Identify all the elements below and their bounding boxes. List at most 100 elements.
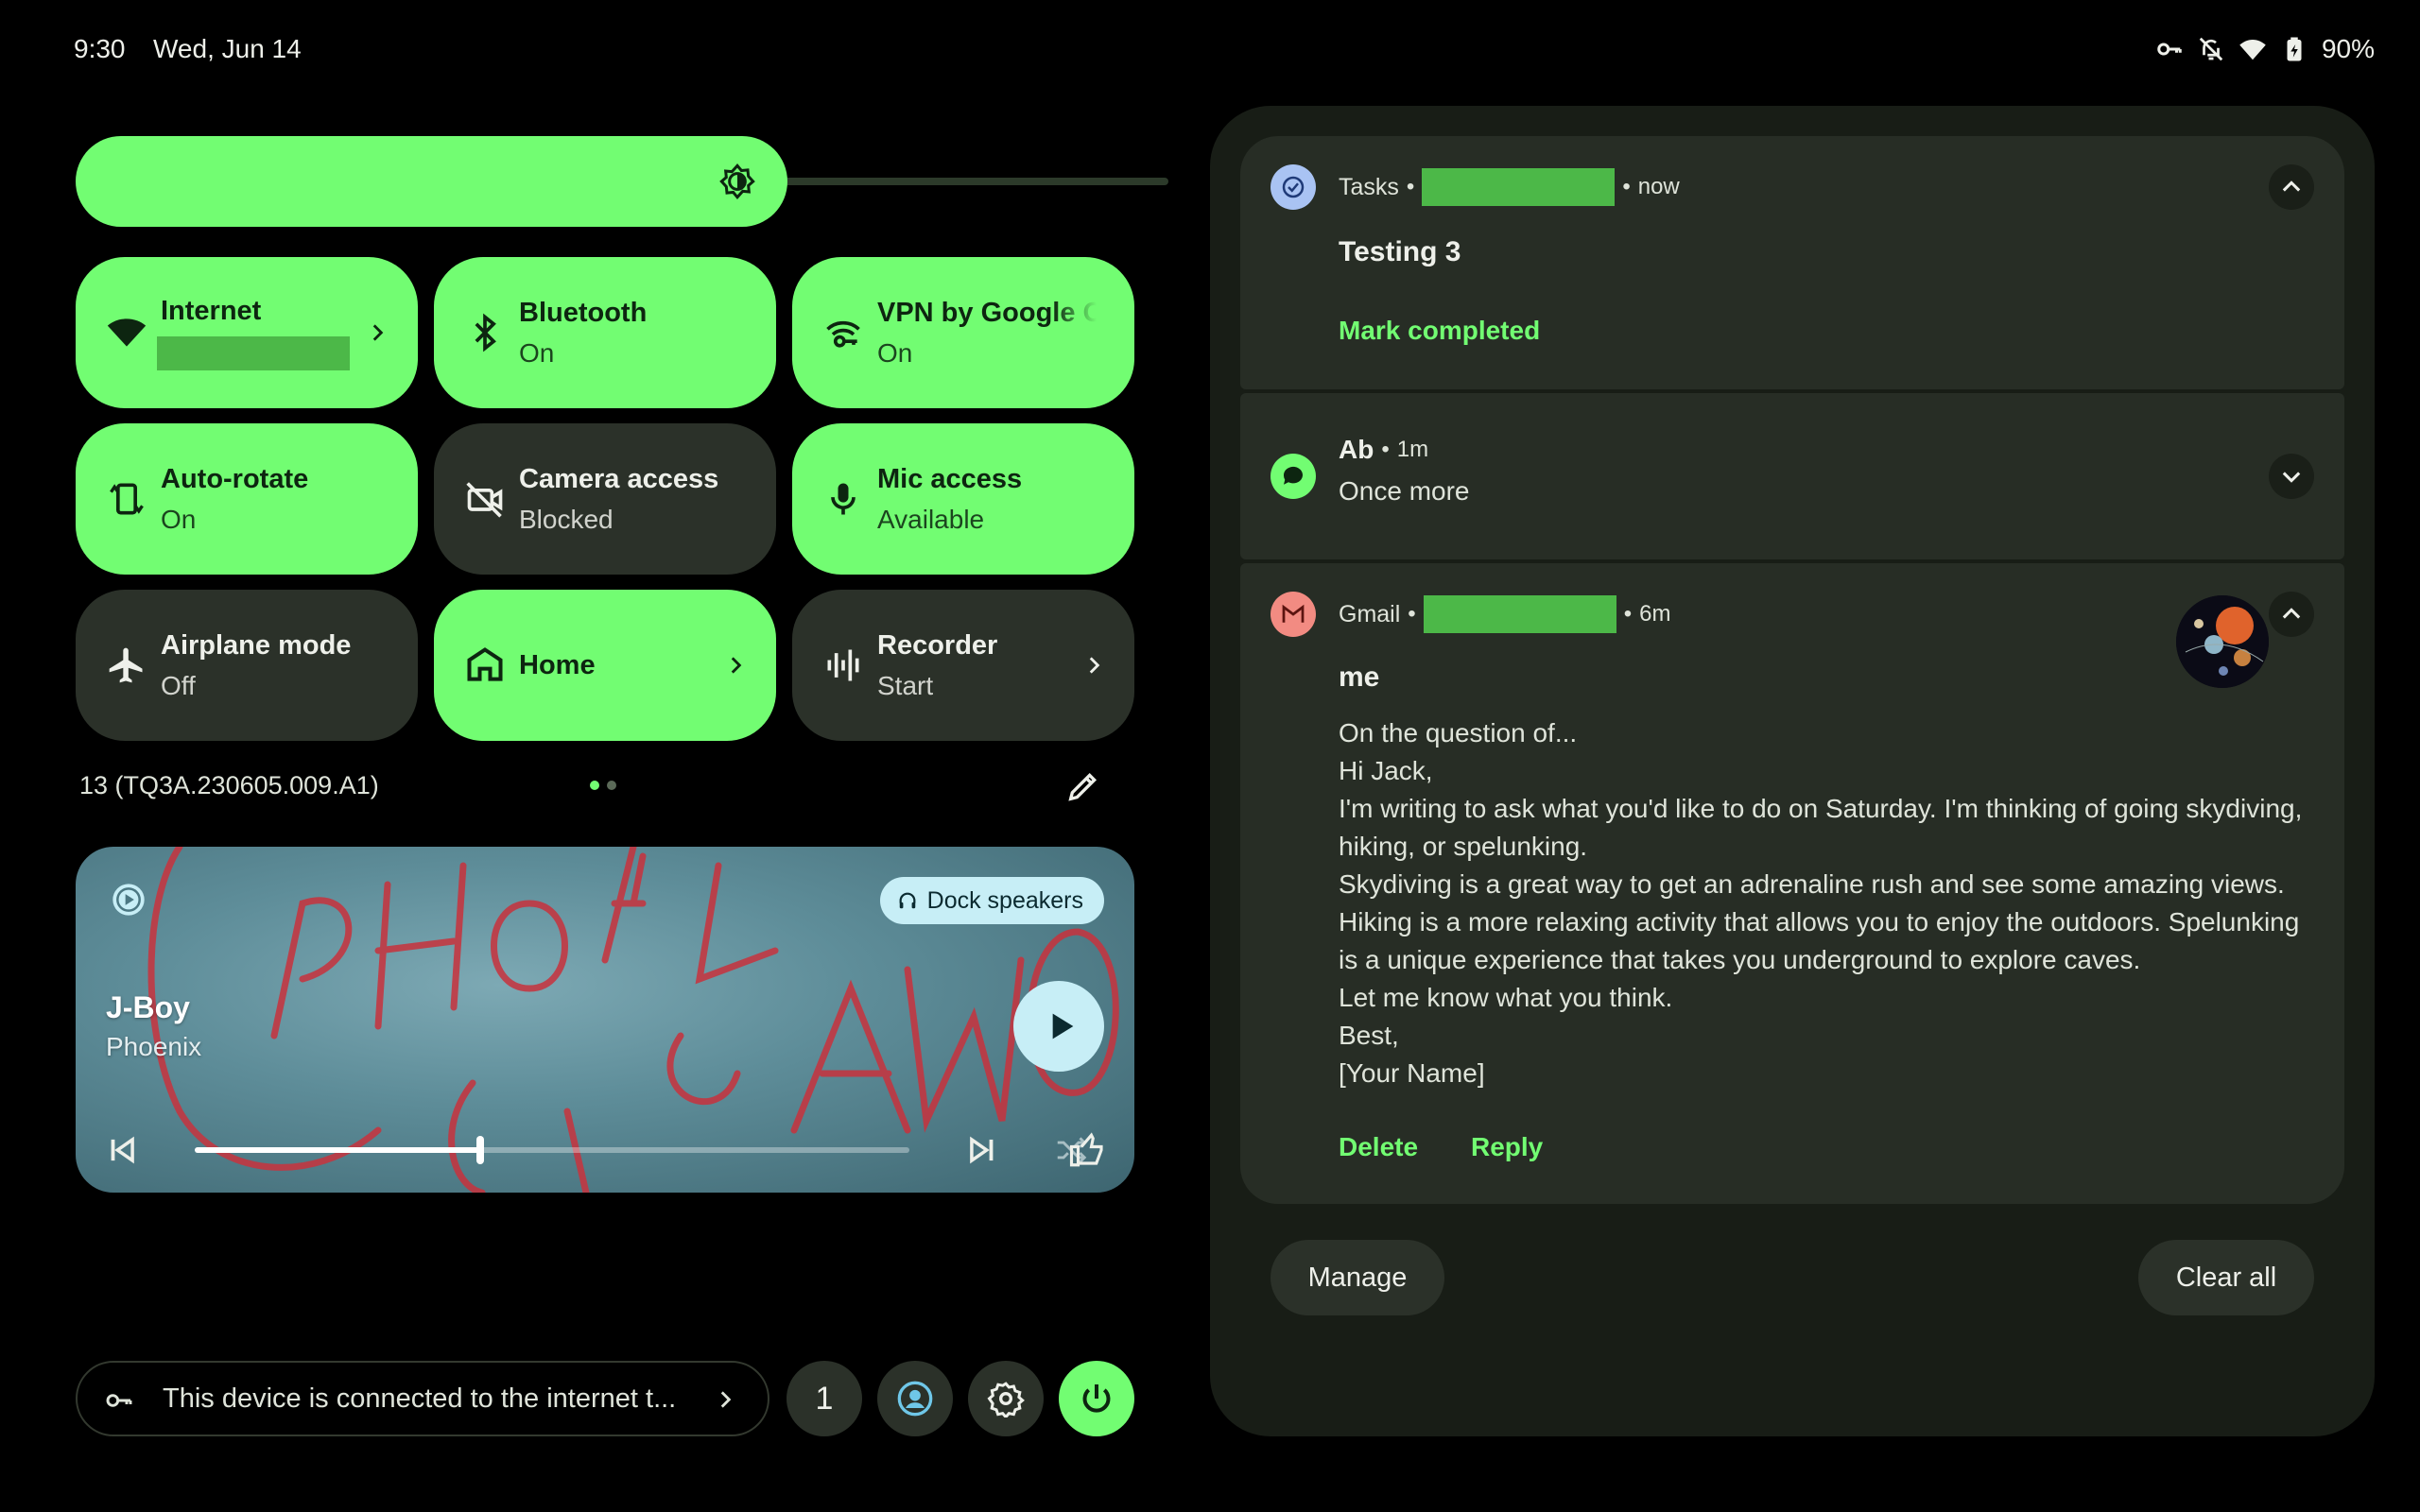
gear-icon: [987, 1382, 1025, 1418]
quick-settings-grid: Internet Bluetooth On VPN by Google One …: [76, 257, 1134, 741]
tile-subtitle: On: [877, 337, 913, 368]
notification-time: 1m: [1396, 437, 1429, 462]
collapse-button[interactable]: [2269, 592, 2314, 637]
tile-auto-rotate[interactable]: Auto-rotate On: [76, 423, 418, 575]
tile-airplane-mode[interactable]: Airplane mode Off: [76, 590, 418, 741]
tile-home[interactable]: Home: [434, 590, 776, 741]
chevron-right-icon: [372, 324, 384, 341]
tile-recorder[interactable]: Recorder Start: [792, 590, 1134, 741]
thumbs-up-icon[interactable]: [1068, 1130, 1108, 1170]
play-icon: [1052, 1013, 1074, 1040]
chat-bubble-icon: [1283, 466, 1303, 485]
sender-avatar: [2176, 595, 2269, 688]
notification-messages[interactable]: Ab • 1m Once more: [1240, 393, 2344, 559]
redacted-account: [1422, 168, 1616, 206]
mic-icon: [831, 483, 856, 515]
clock: 9:30: [74, 34, 126, 63]
rotate-icon: [110, 483, 144, 515]
clear-all-button[interactable]: Clear all: [2138, 1240, 2314, 1315]
tile-vpn[interactable]: VPN by Google One On: [792, 257, 1134, 408]
previous-track-icon[interactable]: [104, 1132, 140, 1168]
email-line: I'm writing to ask what you'd like to do…: [1339, 794, 2303, 861]
power-button[interactable]: [1059, 1361, 1134, 1436]
chevron-right-icon: [731, 657, 742, 674]
notification-app-name: Tasks: [1339, 173, 1399, 200]
edit-pencil-icon[interactable]: [1064, 767, 1102, 805]
next-track-icon[interactable]: [964, 1132, 1000, 1168]
tile-mic-access[interactable]: Mic access Available: [792, 423, 1134, 575]
vpn-key-icon: [2157, 43, 2182, 56]
reply-button[interactable]: Reply: [1471, 1132, 1543, 1162]
tile-title: VPN by Google One: [877, 297, 1097, 328]
user-switcher-button[interactable]: [877, 1361, 953, 1436]
bluetooth-icon: [475, 313, 496, 352]
tile-title: Airplane mode: [161, 629, 352, 661]
notification-header: Gmail • • 6m: [1339, 595, 1670, 633]
delete-button[interactable]: Delete: [1339, 1132, 1418, 1162]
notification-header: Ab • 1m: [1339, 435, 1429, 464]
messages-app-icon: [1270, 454, 1316, 499]
check-circle-icon: [1282, 176, 1305, 198]
email-subject-line: On the question of...: [1339, 718, 1578, 747]
notification-time: 6m: [1639, 601, 1671, 627]
tile-title: Mic access: [877, 463, 1023, 494]
recorder-icon: [827, 649, 859, 681]
notification-app-name: Gmail: [1339, 600, 1401, 627]
user-count-button[interactable]: 1: [786, 1361, 862, 1436]
notification-shade: Tasks • • now Testing 3 Mark completed A…: [1210, 106, 2375, 1436]
tile-subtitle: On: [161, 504, 197, 534]
page-indicator: [590, 781, 616, 790]
redacted-network-name: [157, 335, 350, 370]
settings-button[interactable]: [968, 1361, 1044, 1436]
battery-charging-icon: [2287, 37, 2302, 61]
home-icon: [467, 647, 503, 681]
notification-gmail[interactable]: Gmail • • 6m me On the question of... Hi…: [1240, 563, 2344, 1204]
tasks-app-icon: [1270, 164, 1316, 210]
wifi-icon: [107, 318, 147, 347]
email-line: Skydiving is a great way to get an adren…: [1339, 869, 2300, 974]
gmail-app-icon: [1270, 592, 1316, 637]
camera-off-icon: [466, 482, 503, 518]
output-device-label: Dock speakers: [926, 886, 1083, 914]
seek-bar[interactable]: [195, 1136, 909, 1164]
tile-subtitle: Off: [161, 670, 196, 700]
tile-title: Bluetooth: [519, 297, 648, 328]
notification-time: now: [1637, 174, 1680, 199]
chevron-up-icon: [2282, 180, 2301, 192]
mark-completed-button[interactable]: Mark completed: [1339, 316, 1540, 346]
media-app-icon: [112, 884, 145, 916]
planets-image: [2176, 595, 2269, 688]
date: Wed, Jun 14: [153, 34, 302, 63]
manage-button[interactable]: Manage: [1270, 1240, 1444, 1315]
security-footer[interactable]: This device is connected to the internet…: [76, 1361, 769, 1436]
email-line: [Your Name]: [1339, 1058, 1485, 1088]
status-bar: 9:30 Wed, Jun 14 90%: [0, 0, 2420, 104]
brightness-fill[interactable]: [76, 136, 787, 227]
notification-text: Once more: [1339, 476, 1470, 506]
tile-camera-access[interactable]: Camera access Blocked: [434, 423, 776, 575]
tile-title: Auto-rotate: [161, 463, 309, 494]
collapse-button[interactable]: [2269, 164, 2314, 210]
chevron-down-icon: [2282, 472, 2301, 483]
account-circle-icon: [897, 1381, 933, 1417]
seek-progress: [195, 1147, 481, 1153]
play-button[interactable]: [1013, 981, 1104, 1072]
tile-subtitle: On: [519, 337, 555, 368]
seek-thumb[interactable]: [476, 1136, 485, 1164]
tile-internet[interactable]: Internet: [76, 257, 418, 408]
build-number[interactable]: 13 (TQ3A.230605.009.A1): [79, 771, 379, 800]
expand-button[interactable]: [2269, 454, 2314, 499]
page-dot-active: [590, 781, 599, 790]
chevron-right-icon: [1089, 657, 1100, 674]
brightness-slider[interactable]: [76, 136, 1168, 227]
airplane-icon: [109, 647, 143, 683]
output-device-chip[interactable]: Dock speakers: [879, 877, 1104, 924]
notification-tasks[interactable]: Tasks • • now Testing 3 Mark completed: [1240, 136, 2344, 389]
tile-bluetooth[interactable]: Bluetooth On: [434, 257, 776, 408]
media-player-card[interactable]: Dock speakers J-Boy Phoenix: [76, 847, 1134, 1193]
email-body: On the question of... Hi Jack, I'm writi…: [1339, 714, 2322, 1092]
brightness-track[interactable]: [775, 178, 1168, 185]
vpn-icon: [826, 320, 860, 348]
artist-name: Phoenix: [106, 1032, 202, 1061]
email-line: Best,: [1339, 1021, 1399, 1050]
